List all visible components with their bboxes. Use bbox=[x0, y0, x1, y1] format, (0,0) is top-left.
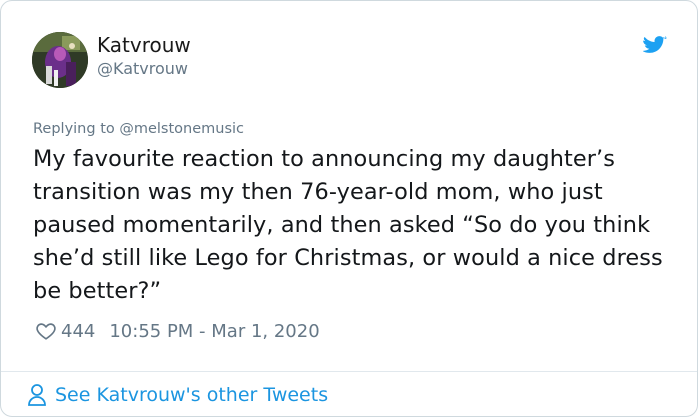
avatar-image bbox=[32, 32, 88, 88]
tweet-timestamp[interactable]: 10:55 PM - Mar 1, 2020 bbox=[109, 321, 319, 342]
replying-to-label: Replying to bbox=[33, 121, 120, 137]
footer-divider bbox=[1, 371, 697, 372]
avatar[interactable] bbox=[32, 32, 88, 88]
tweet-card: Katvrouw @Katvrouw Replying to @melstone… bbox=[0, 0, 698, 417]
author-display-name[interactable]: Katvrouw bbox=[97, 33, 191, 57]
like-count[interactable]: 444 bbox=[61, 321, 95, 342]
replying-to-line: Replying to @melstonemusic bbox=[33, 121, 244, 137]
reply-mention-link[interactable]: @melstonemusic bbox=[119, 121, 244, 137]
see-other-tweets-label[interactable]: See Katvrouw's other Tweets bbox=[55, 384, 328, 406]
tweet-meta: 444 10:55 PM - Mar 1, 2020 bbox=[35, 319, 320, 343]
author-handle[interactable]: @Katvrouw bbox=[97, 59, 188, 78]
twitter-bird-icon[interactable] bbox=[643, 35, 667, 57]
heart-icon[interactable] bbox=[35, 320, 57, 342]
tweet-text: My favourite reaction to announcing my d… bbox=[33, 146, 663, 304]
person-icon bbox=[27, 383, 47, 407]
see-other-tweets-link[interactable]: See Katvrouw's other Tweets bbox=[27, 381, 328, 409]
